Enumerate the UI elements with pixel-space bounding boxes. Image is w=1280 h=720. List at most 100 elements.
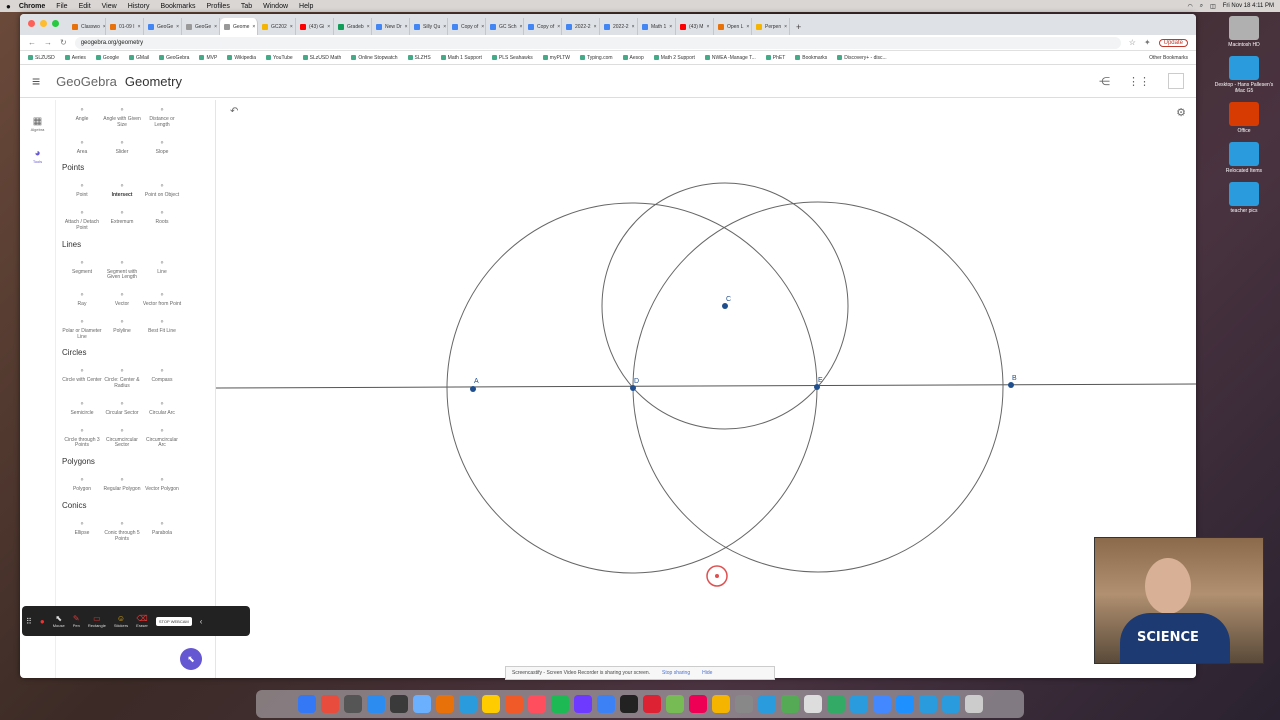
bookmark-item[interactable]: Typing.com [579,55,613,61]
sc-tool-stickers[interactable]: ☺ Stickers [114,614,128,628]
dock-app-icon[interactable] [550,695,569,713]
other-bookmarks[interactable]: Other Bookmarks [1149,55,1188,61]
tool-button[interactable]: ◦ Polar or Diameter Line [62,314,102,341]
bookmark-item[interactable]: Online Stopwatch [351,55,398,61]
dock-app-icon[interactable] [757,695,776,713]
tool-button[interactable]: ◦ Vector Polygon [142,472,182,493]
dock-app-icon[interactable] [780,695,799,713]
menu-window[interactable]: Window [263,3,288,10]
dock-app-icon[interactable] [849,695,868,713]
rail-algebra-button[interactable]: ▦ Algebra [20,116,55,132]
tab-close-icon[interactable]: × [520,24,523,30]
sc-tool-eraser[interactable]: ⌫ Eraser [136,614,148,628]
tool-button[interactable]: ◦ Slider [102,135,142,156]
menu-profiles[interactable]: Profiles [206,3,229,10]
tool-button[interactable]: ◦ Point on Object [142,178,182,199]
stop-sharing-button[interactable]: Stop sharing [662,670,690,676]
tool-button[interactable]: ◦ Attach / Detach Point [62,205,102,232]
browser-tab[interactable]: (43) Gi × [296,18,334,35]
dock-app-icon[interactable] [619,695,638,713]
browser-tab[interactable]: 01-09 I × [106,18,144,35]
dock-app-icon[interactable] [573,695,592,713]
dock-app-icon[interactable] [642,695,661,713]
menu-bookmarks[interactable]: Bookmarks [160,3,195,10]
back-icon[interactable]: ← [28,38,36,47]
tab-close-icon[interactable]: × [443,24,446,30]
dock-app-icon[interactable] [734,695,753,713]
graphics-canvas[interactable]: ↶ ⚙ A B C D E [216,100,1196,678]
tool-button[interactable]: ◦ Ray [62,287,102,308]
bookmark-item[interactable]: GMail [129,55,149,61]
tab-close-icon[interactable]: × [327,24,330,30]
tool-button[interactable]: ◦ Circular Arc [142,396,182,417]
minimize-window-icon[interactable] [40,20,47,27]
tool-button[interactable]: ◦ Intersect [102,178,142,199]
tab-close-icon[interactable]: × [784,24,787,30]
browser-tab[interactable]: Perpen × [752,18,790,35]
browser-tab[interactable]: Classwo × [68,18,106,35]
forward-icon[interactable]: → [44,38,52,47]
bookmark-item[interactable]: Aeries [64,55,86,61]
tool-button[interactable]: ◦ Angle [62,102,102,129]
tool-button[interactable]: ◦ Area [62,135,102,156]
dock-app-icon[interactable] [596,695,615,713]
tool-button[interactable]: ◦ Regular Polygon [102,472,142,493]
browser-tab[interactable]: Math 1 × [638,18,676,35]
dock-app-icon[interactable] [803,695,822,713]
dock-app-icon[interactable] [688,695,707,713]
tool-button[interactable]: ◦ Line [142,255,182,282]
dock-app-icon[interactable] [458,695,477,713]
tool-button[interactable]: ◦ Best Fit Line [142,314,182,341]
drag-handle-icon[interactable]: ⠿ [26,617,32,626]
reload-icon[interactable]: ↻ [60,38,67,47]
search-icon[interactable]: ⌕ [1200,3,1203,10]
bookmark-star-icon[interactable]: ☆ [1129,38,1136,47]
menu-history[interactable]: History [128,3,150,10]
dock-app-icon[interactable] [527,695,546,713]
share-icon[interactable]: ⋲ [1099,75,1110,88]
tab-close-icon[interactable]: × [176,24,179,30]
tool-button[interactable]: ◦ Segment with Given Length [102,255,142,282]
tab-close-icon[interactable]: × [669,24,672,30]
tool-button[interactable]: ◦ Circumcircular Arc [142,423,182,450]
bookmark-item[interactable]: Math 2 Support [653,55,695,61]
control-center-icon[interactable]: ◫ [1210,3,1216,10]
browser-tab[interactable]: GeoGe × [144,18,182,35]
bookmark-item[interactable]: Google [95,55,119,61]
menu-edit[interactable]: Edit [79,3,91,10]
dock-app-icon[interactable] [665,695,684,713]
bookmark-item[interactable]: Math 1 Support [440,55,482,61]
sc-tool-mouse[interactable]: ⬉ Mouse [53,614,65,628]
desktop-icon[interactable]: Office [1214,102,1274,134]
tool-button[interactable]: ◦ Compass [142,363,182,390]
apps-grid-icon[interactable]: ⋮⋮ [1128,75,1150,88]
bookmark-item[interactable]: SLZUSD [28,55,55,61]
tool-button[interactable]: ◦ Circular Sector [102,396,142,417]
collapse-toolbar-icon[interactable]: ‹ [200,617,203,626]
rail-tools-button[interactable]: ◕ Tools [20,148,55,164]
apple-menu-icon[interactable]: ● [6,2,11,11]
browser-tab[interactable]: Geome × [220,18,258,35]
tab-close-icon[interactable]: × [405,24,408,30]
bookmark-item[interactable]: SLzUSD Math [302,55,341,61]
tab-close-icon[interactable]: × [632,24,635,30]
url-input[interactable]: geogebra.org/geometry [74,36,1121,49]
menu-file[interactable]: File [56,3,67,10]
tool-button[interactable]: ◦ Distance or Length [142,102,182,129]
tool-button[interactable]: ◦ Circumcircular Sector [102,423,142,450]
dock-app-icon[interactable] [872,695,891,713]
dock-app-icon[interactable] [504,695,523,713]
dock-app-icon[interactable] [366,695,385,713]
menu-tab[interactable]: Tab [241,3,252,10]
tool-button[interactable]: ◦ Polyline [102,314,142,341]
bookmark-item[interactable]: YouTube [266,55,293,61]
desktop-icon[interactable]: Relocated Items [1214,142,1274,174]
bookmark-item[interactable]: NWEA -Manage T... [704,55,756,61]
sc-tool-rectangle[interactable]: ▭ Rectangle [88,614,106,628]
extensions-icon[interactable]: ✦ [1144,38,1151,47]
browser-tab[interactable]: 2022-2 × [562,18,600,35]
avatar[interactable] [1168,73,1184,89]
dock-app-icon[interactable] [941,695,960,713]
tab-close-icon[interactable]: × [214,24,217,30]
tab-close-icon[interactable]: × [557,24,560,30]
